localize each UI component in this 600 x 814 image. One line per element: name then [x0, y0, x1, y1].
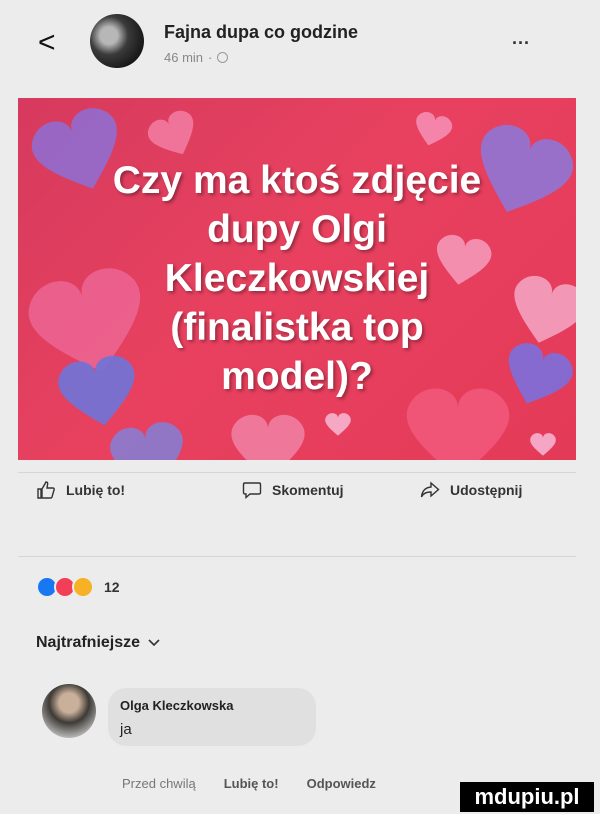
- comment-label: Skomentuj: [272, 482, 344, 498]
- post-header: < Fajna dupa co godzine 46 min · ...: [0, 0, 600, 96]
- comment-button[interactable]: Skomentuj: [242, 480, 344, 500]
- globe-icon: [217, 52, 229, 63]
- heart-shape: [530, 433, 556, 456]
- reactions-count: 12: [104, 579, 120, 595]
- post-text-line: Kleczkowskiej: [164, 257, 430, 300]
- meta-separator: ·: [208, 50, 213, 65]
- share-icon: [420, 481, 440, 498]
- post-text: Czy ma ktoś zdjęcie dupy Olgi Kleczkowsk…: [18, 156, 576, 401]
- share-label: Udostępnij: [450, 482, 523, 498]
- post-meta: 46 min ·: [164, 50, 229, 65]
- post-author[interactable]: Fajna dupa co godzine: [164, 22, 358, 43]
- like-button[interactable]: Lubię to!: [36, 480, 125, 500]
- post-text-line: dupy Olgi: [207, 208, 387, 251]
- heart-shape: [325, 413, 351, 436]
- share-button[interactable]: Udostępnij: [420, 480, 522, 500]
- post-image[interactable]: Czy ma ktoś zdjęcie dupy Olgi Kleczkowsk…: [18, 98, 576, 460]
- divider: [18, 472, 576, 473]
- watermark: mdupiu.pl: [460, 782, 594, 812]
- like-label: Lubię to!: [66, 482, 126, 498]
- comments-sort-label: Najtrafniejsze: [36, 634, 141, 651]
- comment-author[interactable]: Olga Kleczkowska: [120, 698, 304, 713]
- comment-meta: Przed chwilą Lubię to! Odpowiedz: [122, 776, 376, 791]
- chevron-down-icon: [148, 639, 160, 647]
- commenter-avatar[interactable]: [42, 684, 96, 738]
- heart-shape: [410, 109, 455, 151]
- comment-icon: [242, 482, 262, 500]
- thumbs-up-icon: [37, 481, 55, 499]
- comment-like-link[interactable]: Lubię to!: [224, 776, 279, 791]
- comments-sort-dropdown[interactable]: Najtrafniejsze: [36, 634, 160, 652]
- haha-icon: [72, 576, 94, 598]
- comment-time: Przed chwilą: [122, 776, 196, 791]
- heart-shape: [107, 418, 191, 460]
- post-text-line: (finalistka top: [170, 306, 424, 349]
- more-options-button[interactable]: ...: [512, 28, 530, 49]
- post-text-line: Czy ma ktoś zdjęcie: [112, 159, 482, 202]
- heart-shape: [231, 414, 305, 460]
- divider: [18, 556, 576, 557]
- post-time[interactable]: 46 min: [164, 50, 203, 65]
- author-avatar[interactable]: [90, 14, 144, 68]
- page: < Fajna dupa co godzine 46 min · ... Czy…: [0, 0, 600, 814]
- reactions-summary[interactable]: 12: [36, 576, 120, 598]
- comment-reply-link[interactable]: Odpowiedz: [307, 776, 376, 791]
- comment-bubble: Olga Kleczkowska ja: [108, 688, 316, 746]
- comment-text: ja: [120, 721, 132, 738]
- post-text-line: model)?: [221, 355, 373, 398]
- back-icon[interactable]: <: [38, 28, 56, 58]
